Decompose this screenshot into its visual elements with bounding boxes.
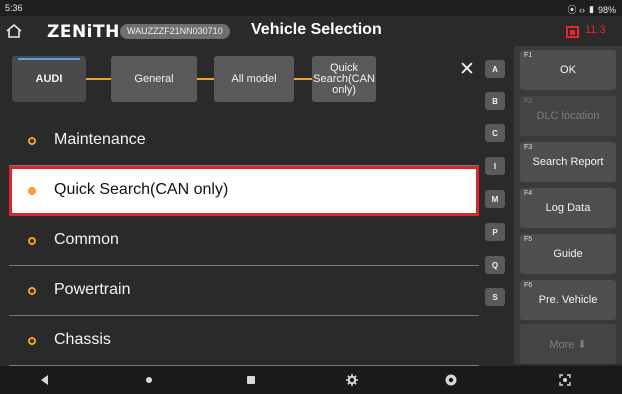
list-item[interactable]: Maintenance: [9, 116, 479, 166]
alert-count: 11.3: [585, 24, 606, 36]
breadcrumb-connector: [197, 78, 214, 80]
close-icon[interactable]: ✕: [459, 58, 475, 80]
bullet-icon: [28, 337, 36, 345]
list-item[interactable]: Common: [9, 216, 479, 266]
breadcrumb-quick-search[interactable]: Quick Search(CAN only): [312, 56, 376, 102]
bullet-icon: [28, 137, 36, 145]
previous-vehicle-button[interactable]: F6 Pre. Vehicle: [520, 280, 616, 320]
list-item-label: Quick Search(CAN only): [54, 181, 229, 198]
guide-button[interactable]: F5 Guide: [520, 234, 616, 274]
breadcrumb-general[interactable]: General: [111, 56, 197, 102]
list-item-label: Powertrain: [54, 281, 131, 298]
search-report-button[interactable]: F3 Search Report: [520, 142, 616, 182]
button-label: Search Report: [532, 156, 604, 168]
index-letter-p[interactable]: P: [485, 223, 505, 241]
index-letter-m[interactable]: M: [485, 190, 505, 208]
bullet-icon: [28, 287, 36, 295]
status-bar: 5:36 ⦿ ‹› ▮ 98%: [0, 0, 622, 16]
function-key-label: F3: [524, 144, 533, 151]
list-item-label: Chassis: [54, 331, 111, 348]
vehicle-selection-screen: 5:36 ⦿ ‹› ▮ 98% ZENiTH WAUZZZF21NN030710…: [0, 0, 622, 394]
function-key-panel: F1 OK F2 DLC location F3 Search Report F…: [514, 46, 622, 364]
list-item-label: Common: [54, 231, 119, 248]
breadcrumb-label: Quick Search(CAN only): [313, 61, 375, 96]
index-letter-a[interactable]: A: [485, 60, 505, 78]
more-button[interactable]: More ⬇: [520, 324, 616, 364]
battery-level: 98%: [597, 4, 616, 15]
bullet-icon: [28, 187, 36, 195]
index-letter-c[interactable]: C: [485, 124, 505, 142]
recents-icon[interactable]: [244, 373, 258, 387]
button-label: Guide: [553, 248, 583, 260]
breadcrumb-label: General: [134, 72, 174, 85]
alert-icon[interactable]: [566, 26, 579, 38]
link-icon: ⦿ ‹›: [567, 5, 586, 15]
breadcrumb-connector: [294, 78, 312, 80]
index-letter-b[interactable]: B: [485, 92, 505, 110]
dlc-location-button[interactable]: F2 DLC location: [520, 96, 616, 136]
breadcrumb-make[interactable]: AUDI: [12, 56, 86, 102]
function-key-label: F1: [524, 52, 533, 59]
browser-icon[interactable]: [444, 373, 458, 387]
button-label: Pre. Vehicle: [538, 294, 598, 306]
function-key-label: F6: [524, 282, 533, 289]
list-item-label: Maintenance: [54, 131, 146, 148]
log-data-button[interactable]: F4 Log Data: [520, 188, 616, 228]
page-title: Vehicle Selection: [251, 21, 382, 38]
brand-logo: ZENiTH: [47, 22, 120, 42]
battery-icon: ▮: [589, 4, 594, 14]
button-label: OK: [560, 64, 576, 76]
vin-badge: WAUZZZF21NN030710: [120, 24, 230, 39]
index-letter-i[interactable]: I: [485, 157, 505, 175]
breadcrumb-label: All model: [231, 72, 277, 85]
clock: 5:36: [5, 3, 23, 13]
list-item[interactable]: Chassis: [9, 316, 479, 366]
ok-button[interactable]: F1 OK: [520, 50, 616, 90]
app-header: ZENiTH WAUZZZF21NN030710 Vehicle Selecti…: [0, 16, 622, 46]
breadcrumb-connector: [86, 78, 111, 80]
button-label: DLC location: [536, 110, 600, 122]
list-item-selected[interactable]: Quick Search(CAN only): [9, 166, 479, 216]
system-list: Maintenance Quick Search(CAN only) Commo…: [9, 116, 479, 366]
index-letter-s[interactable]: S: [485, 288, 505, 306]
function-key-label: F2: [524, 98, 533, 105]
button-label: More ⬇: [549, 339, 587, 351]
breadcrumb: AUDI General All model Quick Search(CAN …: [0, 46, 479, 110]
button-label: Log Data: [545, 202, 591, 214]
function-key-label: F5: [524, 236, 533, 243]
index-letter-q[interactable]: Q: [485, 256, 505, 274]
breadcrumb-label: AUDI: [35, 72, 63, 85]
system-nav-bar: [0, 366, 622, 394]
home-nav-icon[interactable]: [142, 373, 156, 387]
back-icon[interactable]: [38, 373, 52, 387]
bullet-icon: [28, 237, 36, 245]
screenshot-icon[interactable]: [558, 373, 572, 387]
breadcrumb-model[interactable]: All model: [214, 56, 294, 102]
home-icon[interactable]: [5, 22, 23, 40]
function-key-label: F4: [524, 190, 533, 197]
list-item[interactable]: Powertrain: [9, 266, 479, 316]
gear-icon[interactable]: [345, 373, 359, 387]
